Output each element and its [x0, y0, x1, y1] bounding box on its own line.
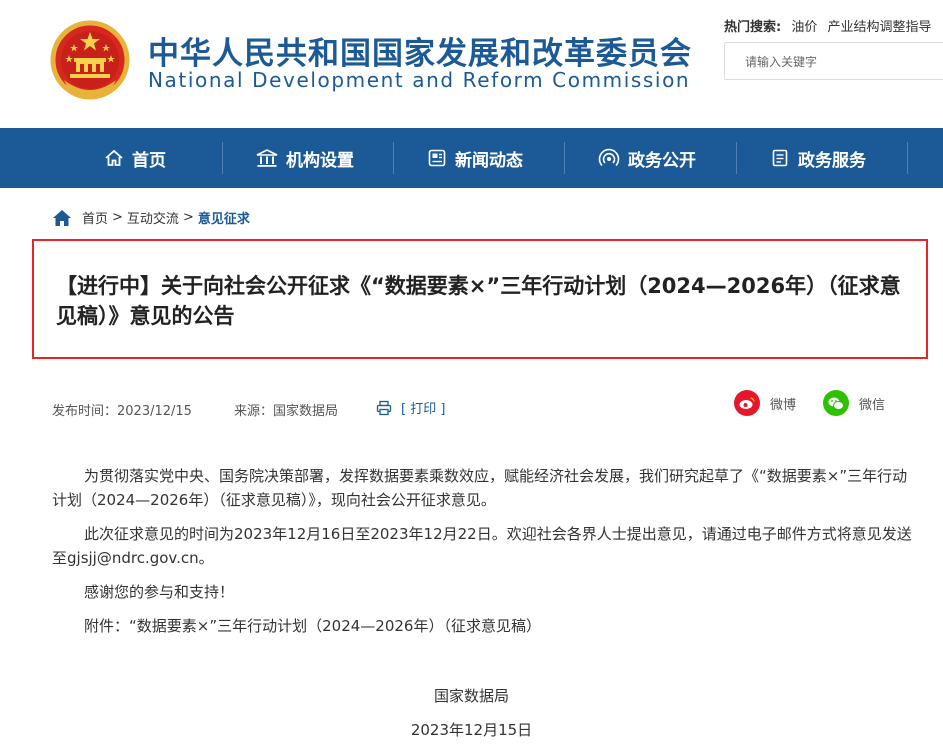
print-label: [ 打印 ] — [401, 402, 446, 417]
building-icon — [256, 149, 278, 167]
hot-search-label: 热门搜索: — [724, 20, 782, 35]
nav-item-label: 机构设置 — [286, 150, 354, 171]
nav-divider — [736, 142, 737, 174]
source: 来源：国家数据局 — [234, 400, 338, 419]
news-icon — [428, 149, 446, 167]
search-box — [724, 42, 943, 81]
wechat-icon — [823, 390, 849, 416]
search-input[interactable] — [725, 43, 937, 81]
paragraph: 感谢您的参与和支持！ — [84, 583, 235, 601]
hot-keyword[interactable]: 产业结构调整指导 — [828, 20, 932, 35]
article-title: 【进行中】关于向社会公开征求《“数据要素×”三年行动计划（2024—2026年）… — [56, 274, 901, 328]
breadcrumb-interaction[interactable]: 互动交流 — [127, 208, 179, 227]
breadcrumb-separator: > — [182, 210, 194, 225]
paragraph-text: 。 — [198, 549, 214, 567]
nav-item-label: 政务服务 — [798, 150, 866, 171]
breadcrumb-home[interactable]: 首页 — [82, 208, 108, 227]
national-emblem-icon[interactable] — [50, 20, 130, 102]
email-link[interactable]: gjsjj@ndrc.gov.cn — [67, 549, 199, 567]
nav-divider — [564, 142, 565, 174]
home-icon[interactable] — [52, 209, 72, 227]
site-title-cn: 中华人民共和国国家发展和改革委员会 — [148, 36, 692, 72]
publish-time: 发布时间：2023/12/15 — [52, 400, 192, 419]
nav-item-home[interactable]: 首页 — [104, 128, 166, 188]
signature: 国家数据局 — [433, 687, 509, 705]
nav-divider — [393, 142, 394, 174]
site-header: 中华人民共和国国家发展和改革委员会 National Development a… — [0, 0, 943, 128]
site-title-en: National Development and Reform Commissi… — [148, 68, 691, 92]
breadcrumb-current[interactable]: 意见征求 — [198, 208, 250, 227]
hot-keyword[interactable]: 油价 — [791, 20, 817, 35]
breadcrumb-separator: > — [112, 210, 123, 225]
broadcast-icon — [598, 148, 620, 167]
paragraph: 为贯彻落实党中央、国务院决策部署，发挥数据要素乘数效应，赋能经济社会发展，我们研… — [52, 467, 908, 509]
attachment-link[interactable]: 附件：“数据要素×”三年行动计划（2024—2026年）（征求意见稿） — [52, 614, 914, 638]
more-nav-icon[interactable] — [930, 276, 943, 296]
share-weibo[interactable]: 微博 — [734, 390, 796, 416]
nav-item-government-affairs[interactable]: 政务公开 — [598, 128, 696, 188]
nav-item-news[interactable]: 新闻动态 — [427, 128, 523, 188]
publish-label: 发布时间： — [52, 404, 118, 419]
article-body: 为贯彻落实党中央、国务院决策部署，发挥数据要素乘数效应，赋能经济社会发展，我们研… — [52, 464, 914, 648]
weibo-label: 微博 — [770, 397, 797, 413]
share-wechat[interactable]: 微信 — [823, 390, 885, 416]
document-icon — [772, 149, 788, 167]
article-title-highlight: 【进行中】关于向社会公开征求《“数据要素×”三年行动计划（2024—2026年）… — [32, 239, 928, 359]
weibo-icon — [734, 390, 760, 416]
nav-divider — [222, 142, 223, 174]
source-label: 来源： — [234, 404, 274, 419]
main-nav: 首页 机构设置 新闻动态 政务公开 政务服务 — [0, 128, 943, 295]
nav-item-label: 首页 — [132, 150, 166, 171]
nav-item-organization[interactable]: 机构设置 — [256, 128, 354, 188]
breadcrumb: 首页 > 互动交流 > 意见征求 — [52, 208, 250, 227]
nav-item-label: 新闻动态 — [455, 150, 523, 171]
print-button[interactable]: [ 打印 ] — [376, 398, 445, 417]
hot-search: 热门搜索: 油价 产业结构调整指导 — [724, 16, 932, 35]
nav-item-label: 政务公开 — [628, 150, 696, 171]
home-icon — [105, 149, 123, 166]
source-value: 国家数据局 — [273, 404, 339, 419]
signature-date: 2023年12月15日 — [410, 721, 533, 739]
nav-divider — [907, 142, 908, 174]
printer-icon — [376, 400, 392, 415]
paragraph: 此次征求意见的时间为2023年12月16日至2023年12月22日。欢迎社会各界… — [52, 522, 914, 570]
wechat-label: 微信 — [859, 397, 886, 413]
nav-item-government-services[interactable]: 政务服务 — [770, 128, 866, 188]
publish-date: 2023/12/15 — [117, 404, 192, 419]
